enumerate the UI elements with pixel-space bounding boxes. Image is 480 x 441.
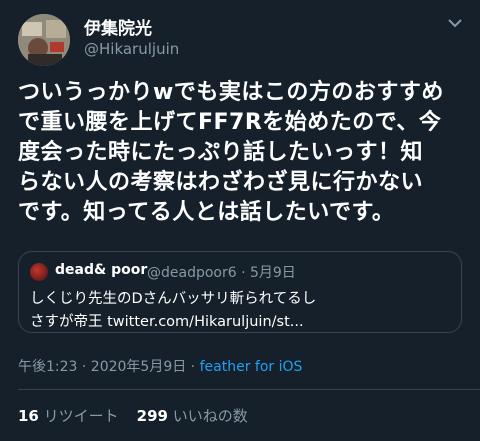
quoted-tweet[interactable]: dead& poor @deadpoor6 · 5月9日 しくじり先生のDさんバ… (18, 251, 462, 333)
quoted-text-line: しくじり先生のDさんバッサリ斬られてるし (30, 291, 317, 307)
tweet-text: ついうっかりwでも実はこの方のおすすめ で重い腰を上げてFF7Rを始めたので、今… (18, 78, 468, 228)
likes-count: 299 (136, 407, 168, 425)
chevron-down-icon[interactable] (446, 14, 464, 32)
author-handle[interactable]: @Hikaruljuin (84, 40, 179, 58)
tweet-source-link[interactable]: feather for iOS (200, 359, 303, 375)
author-avatar[interactable] (18, 14, 70, 66)
author-display-name[interactable]: 伊集院光 (84, 14, 152, 39)
tweet-stats: 16 リツイート 299 いいねの数 (18, 405, 248, 426)
retweets-count: 16 (18, 407, 39, 425)
tweet-line: で重い腰を上げてFF7Rを始めたので、今 (18, 110, 442, 135)
likes-label: いいねの数 (172, 407, 248, 425)
tweet-line: ついうっかりwでも実はこの方のおすすめ (18, 80, 444, 105)
tweet-timestamp[interactable]: 午後1:23 · 2020年5月9日 · (18, 359, 200, 375)
retweets-label: リツイート (43, 407, 119, 425)
quoted-author-avatar (30, 263, 48, 281)
divider (18, 389, 480, 390)
retweets-stat[interactable]: 16 リツイート (18, 407, 119, 425)
tweet-line: らない人の考察はわざわざ見に行かない (18, 170, 424, 195)
tweet-line: です。知ってる人とは話したいです。 (18, 200, 395, 225)
likes-stat[interactable]: 299 いいねの数 (137, 407, 248, 425)
quoted-text-line: さすが帝王 twitter.com/Hikaruljuin/st... (30, 314, 304, 330)
quoted-author-name: dead& poor (55, 262, 148, 278)
tweet-meta: 午後1:23 · 2020年5月9日 · feather for iOS (18, 356, 302, 376)
tweet-line: 度会った時にたっぷり話したいっす！知 (18, 140, 424, 165)
quoted-author-handle-date: @deadpoor6 · 5月9日 (147, 265, 296, 281)
